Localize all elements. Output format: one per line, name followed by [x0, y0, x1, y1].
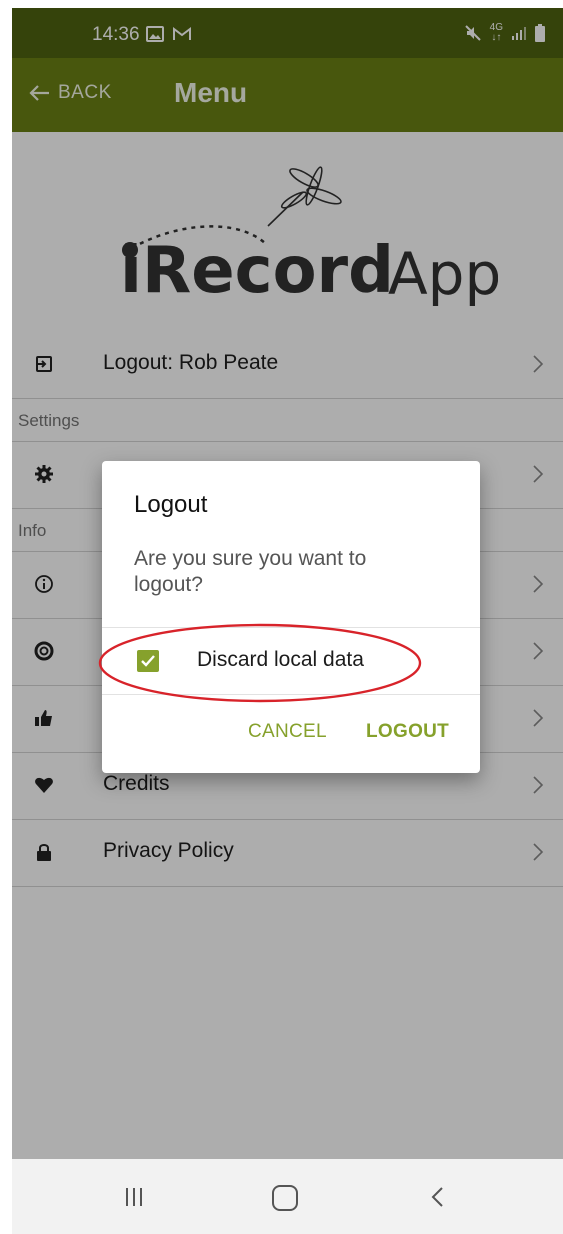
- nav-back-icon[interactable]: [430, 1186, 444, 1208]
- system-nav-bar: [12, 1159, 563, 1234]
- phone-screen: 14:36 4G ↓↑ BACK Menu iRecord App Logout…: [12, 8, 563, 1234]
- home-icon[interactable]: [272, 1185, 298, 1211]
- recent-apps-icon[interactable]: [123, 1186, 145, 1208]
- check-icon: [141, 655, 155, 667]
- logout-button[interactable]: LOGOUT: [366, 721, 449, 743]
- divider: [102, 694, 480, 695]
- logout-dialog: Logout Are you sure you want to logout? …: [102, 461, 480, 773]
- cancel-button[interactable]: CANCEL: [248, 721, 327, 743]
- divider: [102, 627, 480, 628]
- discard-data-label[interactable]: Discard local data: [197, 648, 364, 672]
- discard-data-checkbox[interactable]: [137, 650, 159, 672]
- dialog-title: Logout: [134, 491, 208, 518]
- dialog-message: Are you sure you want to logout?: [134, 547, 367, 596]
